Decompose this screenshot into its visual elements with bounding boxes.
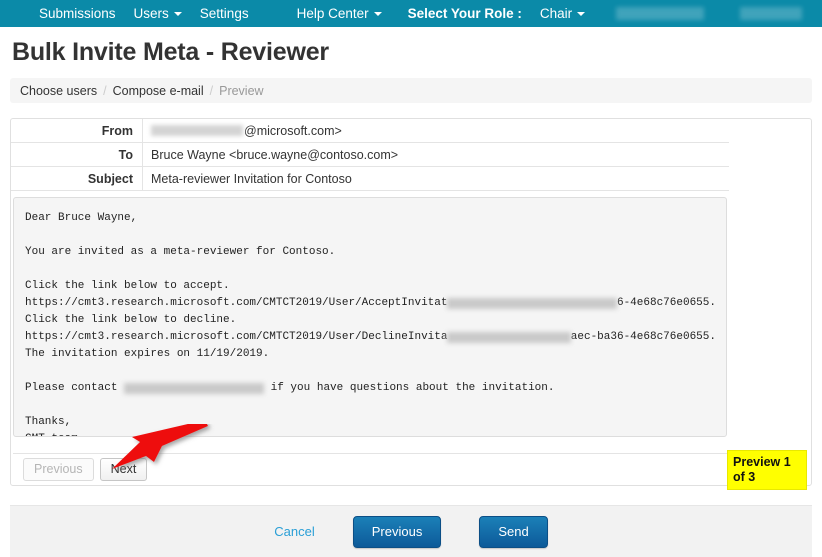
redacted-decline-token [447,332,571,343]
nav-item-submissions[interactable]: Submissions [30,0,125,27]
accept-url-prefix: https://cmt3.research.microsoft.com/CMTC… [25,297,448,309]
redacted-contact-email [124,383,265,394]
email-body-preview: Dear Bruce Wayne, You are invited as a m… [13,197,727,437]
breadcrumb-separator: / [209,83,214,98]
field-row-subject: Subject Meta-reviewer Invitation for Con… [11,166,729,191]
body-line-blank [25,227,716,244]
decline-url-prefix: https://cmt3.research.microsoft.com/CMTC… [25,331,448,343]
nav-label-users: Users [133,6,169,21]
body-line-contact: Please contact if you have questions abo… [25,380,716,397]
body-line-expires: The invitation expires on 11/19/2019. [25,348,270,360]
to-label: To [11,142,143,167]
role-selector-chair[interactable]: Chair [531,0,594,27]
field-row-to: To Bruce Wayne <bruce.wayne@contoso.com> [11,142,729,167]
preview-paging-row: Previous Next [13,453,731,485]
contact-suffix: if you have questions about the invitati… [264,382,555,394]
page-title: Bulk Invite Meta - Reviewer [12,38,329,66]
breadcrumb: Choose users / Compose e-mail / Preview [10,78,812,103]
body-line-invited: You are invited as a meta-reviewer for C… [25,246,336,258]
nav-label-help-center: Help Center [296,6,369,21]
footer-action-bar: Cancel Previous Send [10,505,812,557]
body-line-blank [25,261,716,278]
nav-label-chair: Chair [539,6,573,21]
breadcrumb-step-choose-users[interactable]: Choose users [20,84,97,98]
body-line-accept-url: https://cmt3.research.microsoft.com/CMTC… [25,295,716,312]
preview-next-button[interactable]: Next [99,458,148,481]
chevron-down-icon [373,11,382,16]
subject-label: Subject [11,166,143,191]
from-domain-text: @microsoft.com> [244,123,342,138]
breadcrumb-step-compose-email[interactable]: Compose e-mail [113,84,204,98]
nav-label-submissions: Submissions [39,6,116,21]
field-row-from: From @microsoft.com> [11,118,729,143]
body-line-decline-url: https://cmt3.research.microsoft.com/CMTC… [25,329,716,346]
cancel-link[interactable]: Cancel [274,524,314,539]
email-preview-panel: From @microsoft.com> To Bruce Wayne <bru… [10,118,812,486]
from-value: @microsoft.com> [143,124,342,138]
body-line-accept-prompt: Click the link below to accept. [25,280,230,292]
footer-previous-button[interactable]: Previous [352,515,442,548]
redacted-sender-name [151,125,243,136]
accept-url-suffix: 6-4e68c76e0655. [616,297,716,309]
to-value: Bruce Wayne <bruce.wayne@contoso.com> [151,147,399,162]
chevron-down-icon [577,11,586,16]
from-label: From [11,118,143,143]
body-line-thanks: Thanks, [25,416,72,428]
breadcrumb-separator: / [103,83,107,98]
nav-item-help-center[interactable]: Help Center [288,0,391,27]
body-line-blank [25,363,716,380]
redacted-accept-token [447,298,617,309]
preview-previous-button[interactable]: Previous [23,458,94,481]
top-navigation-bar: Submissions Users Settings Help Center S… [0,0,822,27]
decline-url-suffix: aec-ba36-4e68c76e0655. [570,331,716,343]
chevron-down-icon [173,11,182,16]
body-line-blank [25,397,716,414]
nav-item-settings[interactable]: Settings [191,0,258,27]
breadcrumb-step-preview: Preview [219,83,264,98]
body-line-greeting: Dear Bruce Wayne, [25,212,138,224]
nav-item-users[interactable]: Users [125,0,191,27]
body-line-signature: CMT team [25,431,716,436]
body-line-decline-prompt: Click the link below to decline. [25,314,237,326]
subject-value: Meta-reviewer Invitation for Contoso [151,171,352,186]
redacted-nav-item-2 [740,7,803,20]
redacted-nav-item-1 [616,7,705,20]
select-your-role-label: Select Your Role : [399,0,531,27]
nav-label-settings: Settings [199,6,249,21]
preview-counter-badge: Preview 1 of 3 [727,450,807,490]
nav-label-select-your-role: Select Your Role : [407,6,522,21]
send-button[interactable]: Send [479,515,548,548]
contact-prefix: Please contact [25,382,125,394]
